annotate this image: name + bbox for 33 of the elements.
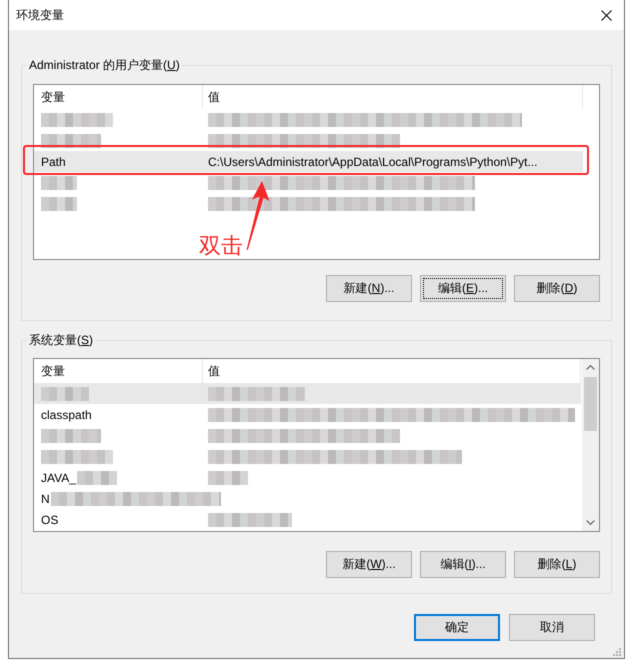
variable-value: C:\Users\Administrator\AppData\Local\Programs\Python\Pyt... <box>208 154 538 168</box>
ok-button[interactable]: 确定 <box>414 614 500 641</box>
close-button[interactable] <box>601 10 612 20</box>
scrollbar[interactable] <box>582 359 599 531</box>
resize-grip-icon[interactable] <box>613 648 621 656</box>
new-button[interactable]: 新建(W)... <box>326 551 412 578</box>
variable-name: N <box>41 492 50 506</box>
chevron-up-icon[interactable] <box>586 365 595 370</box>
dialog-title: 环境变量 <box>16 6 64 24</box>
group-label: Administrator 的用户变量(U) <box>28 57 181 74</box>
new-button[interactable]: 新建(N)... <box>326 275 412 302</box>
list-row[interactable]: N <box>34 488 581 509</box>
list-row[interactable]: JAVA_ <box>34 467 581 488</box>
column-header[interactable]: 值 <box>203 85 583 109</box>
variable-name: classpath <box>41 408 92 422</box>
list-row[interactable]: Path C:\Users\Administrator\AppData\Local\Programs\Python\Pyt... <box>34 151 583 172</box>
variable-name: Path <box>41 154 66 168</box>
edit-button[interactable]: 编辑(E)... <box>420 275 506 302</box>
delete-button[interactable]: 删除(D) <box>514 275 600 302</box>
close-icon <box>601 10 612 20</box>
list-row[interactable]: OS <box>34 509 581 530</box>
variable-name: OS <box>41 512 58 526</box>
annotation-arrow <box>244 181 270 250</box>
edit-button[interactable]: 编辑(I)... <box>420 551 506 578</box>
cancel-button[interactable]: 取消 <box>509 614 595 641</box>
variable-name: JAVA_ <box>41 470 76 484</box>
scrollbar-thumb[interactable] <box>584 377 597 431</box>
list-row[interactable]: classpath <box>34 404 581 425</box>
annotation-label: 双击 <box>199 234 243 258</box>
group-label: 系统变量(S) <box>28 332 94 349</box>
delete-button[interactable]: 删除(L) <box>514 551 600 578</box>
column-header[interactable]: 变量 <box>34 85 203 109</box>
chevron-down-icon[interactable] <box>586 520 595 525</box>
